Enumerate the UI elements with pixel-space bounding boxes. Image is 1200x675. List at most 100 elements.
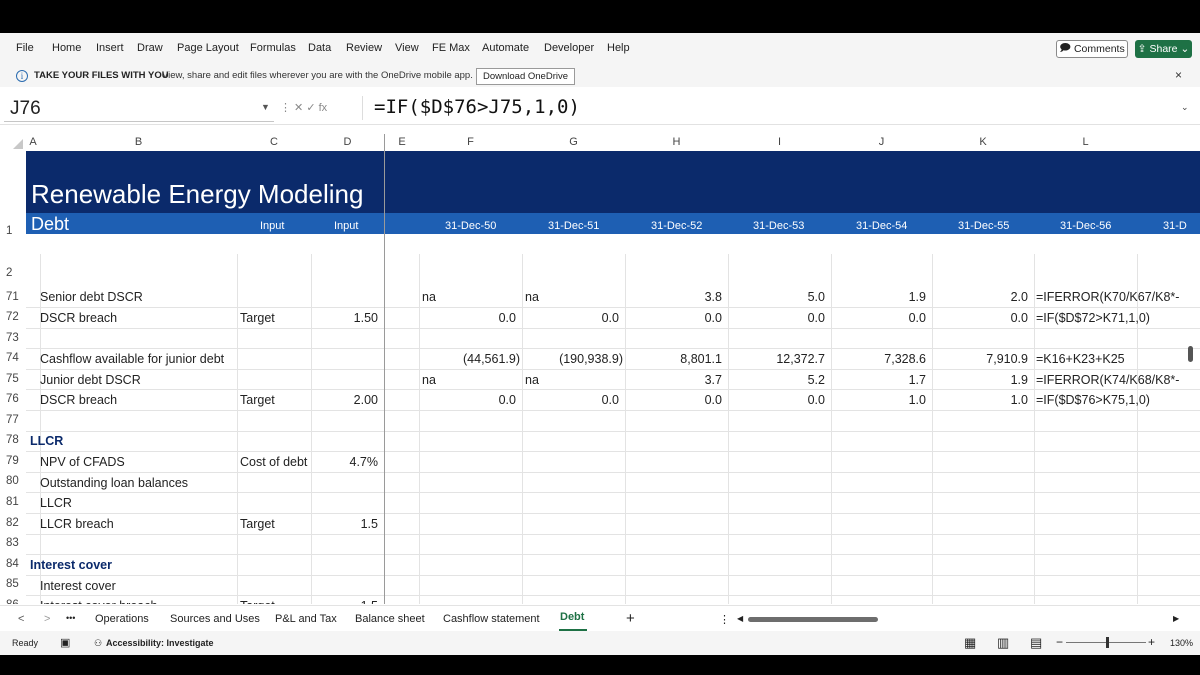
menu-page-layout[interactable]: Page Layout xyxy=(177,42,239,54)
row-number[interactable]: 73 xyxy=(0,332,24,344)
more-tabs-icon[interactable]: ••• xyxy=(66,613,75,623)
normal-view-icon[interactable]: ▦ xyxy=(964,635,976,651)
menu-draw[interactable]: Draw xyxy=(137,42,163,54)
cell-k72[interactable]: 0.0 xyxy=(932,308,1028,328)
accessibility-status[interactable]: Accessibility: Investigate xyxy=(106,638,214,648)
tab-operations[interactable]: Operations xyxy=(95,613,149,625)
row-number[interactable]: 86 xyxy=(0,599,24,604)
cell-b86[interactable]: Interest cover breach xyxy=(40,596,157,604)
row-number[interactable]: 72 xyxy=(0,311,24,323)
cell-l71[interactable]: =IFERROR(K70/K67/K8*- xyxy=(1036,287,1179,307)
cell-b80[interactable]: Outstanding loan balances xyxy=(40,473,188,493)
comments-button[interactable]: 🗩 Comments xyxy=(1056,40,1128,58)
cell-c82[interactable]: Target xyxy=(240,514,275,534)
row-number[interactable]: 82 xyxy=(0,517,24,529)
accessibility-icon[interactable]: ⚇ xyxy=(94,638,102,649)
cell-k71[interactable]: 2.0 xyxy=(932,287,1028,307)
menu-review[interactable]: Review xyxy=(346,42,382,54)
column-header-i[interactable]: I xyxy=(728,134,831,151)
cell-g72[interactable]: 0.0 xyxy=(522,308,619,328)
menu-developer[interactable]: Developer xyxy=(544,42,594,54)
row-number[interactable]: 84 xyxy=(0,558,24,570)
formula-bar-icons[interactable]: ⋮ ✕ ✓ fx xyxy=(280,101,327,114)
cell-j72[interactable]: 0.0 xyxy=(831,308,926,328)
cell-i72[interactable]: 0.0 xyxy=(728,308,825,328)
tab-cashflow-statement[interactable]: Cashflow statement xyxy=(443,613,540,625)
row-number[interactable]: 71 xyxy=(0,291,24,303)
page-layout-view-icon[interactable]: ▥ xyxy=(997,635,1009,651)
zoom-level[interactable]: 130% xyxy=(1170,638,1193,648)
column-header-a[interactable]: A xyxy=(26,134,40,151)
cell-i71[interactable]: 5.0 xyxy=(728,287,825,307)
cell-a78[interactable]: LLCR xyxy=(30,431,63,451)
row-number[interactable]: 1 xyxy=(0,225,24,237)
add-sheet-icon[interactable]: + xyxy=(626,610,635,627)
zoom-out-icon[interactable]: − xyxy=(1056,635,1063,649)
cell-j75[interactable]: 1.7 xyxy=(831,370,926,390)
row-number[interactable]: 85 xyxy=(0,578,24,590)
column-header-e[interactable]: E xyxy=(385,134,419,151)
column-header-l[interactable]: L xyxy=(1034,134,1137,151)
menu-formulas[interactable]: Formulas xyxy=(250,42,296,54)
column-header-b[interactable]: B xyxy=(40,134,237,151)
cell-d79[interactable]: 4.7% xyxy=(311,452,379,472)
spreadsheet-grid[interactable]: A B C D E F G H I J K L Renewable Energy… xyxy=(0,134,1200,604)
cell-k75[interactable]: 1.9 xyxy=(932,370,1028,390)
cell-j71[interactable]: 1.9 xyxy=(831,287,926,307)
column-header-g[interactable]: G xyxy=(522,134,625,151)
row-number[interactable]: 74 xyxy=(0,352,24,364)
cell-c79[interactable]: Cost of debt xyxy=(240,452,310,472)
page-break-view-icon[interactable]: ▤ xyxy=(1030,635,1042,651)
cell-b85[interactable]: Interest cover xyxy=(40,576,116,596)
cell-k74[interactable]: 7,910.9 xyxy=(932,349,1028,369)
column-header-h[interactable]: H xyxy=(625,134,728,151)
cell-g71[interactable]: na xyxy=(525,287,539,307)
cell-f74[interactable]: (44,561.9) xyxy=(419,349,520,369)
cell-b74[interactable]: Cashflow available for junior debt xyxy=(40,349,224,369)
row-number[interactable]: 83 xyxy=(0,537,24,549)
row-number[interactable]: 75 xyxy=(0,373,24,385)
cell-b72[interactable]: DSCR breach xyxy=(40,308,117,328)
cell-l76[interactable]: =IF($D$76>K75,1,0) xyxy=(1036,390,1150,410)
cell-a84[interactable]: Interest cover xyxy=(30,555,112,575)
cell-f72[interactable]: 0.0 xyxy=(419,308,516,328)
cell-j74[interactable]: 7,328.6 xyxy=(831,349,926,369)
cell-h71[interactable]: 3.8 xyxy=(625,287,722,307)
cell-d72[interactable]: 1.50 xyxy=(311,308,378,328)
cell-d76[interactable]: 2.00 xyxy=(311,390,378,410)
row-number[interactable]: 79 xyxy=(0,455,24,467)
menu-file[interactable]: File xyxy=(16,42,34,54)
cell-b81[interactable]: LLCR xyxy=(40,493,72,513)
cell-b79[interactable]: NPV of CFADS xyxy=(40,452,125,472)
share-button[interactable]: ⇪ Share ⌄ xyxy=(1135,40,1192,58)
select-all-corner[interactable] xyxy=(0,134,26,151)
tab-pl-and-tax[interactable]: P&L and Tax xyxy=(275,613,337,625)
cell-b76[interactable]: DSCR breach xyxy=(40,390,117,410)
tab-options-icon[interactable]: ⋮ xyxy=(719,613,730,626)
cell-h75[interactable]: 3.7 xyxy=(625,370,722,390)
cell-i76[interactable]: 0.0 xyxy=(728,390,825,410)
cell-b75[interactable]: Junior debt DSCR xyxy=(40,370,141,390)
cell-c86[interactable]: Target xyxy=(240,596,275,604)
column-header-c[interactable]: C xyxy=(237,134,311,151)
chevron-down-icon[interactable]: ▼ xyxy=(261,102,270,112)
row-number[interactable]: 76 xyxy=(0,393,24,405)
cell-i75[interactable]: 5.2 xyxy=(728,370,825,390)
cell-l74[interactable]: =K16+K23+K25 xyxy=(1036,349,1125,369)
cell-h76[interactable]: 0.0 xyxy=(625,390,722,410)
menu-insert[interactable]: Insert xyxy=(96,42,124,54)
cell-i74[interactable]: 12,372.7 xyxy=(728,349,825,369)
cell-g75[interactable]: na xyxy=(525,370,539,390)
cell-j76[interactable]: 1.0 xyxy=(831,390,926,410)
cell-k76[interactable]: 1.0 xyxy=(932,390,1028,410)
row-number[interactable]: 80 xyxy=(0,475,24,487)
cell-c76[interactable]: Target xyxy=(240,390,275,410)
scroll-left-icon[interactable]: ◀ xyxy=(737,614,743,623)
vertical-scrollbar[interactable] xyxy=(1188,346,1193,362)
menu-automate[interactable]: Automate xyxy=(482,42,529,54)
cell-b82[interactable]: LLCR breach xyxy=(40,514,114,534)
cell-f75[interactable]: na xyxy=(422,370,436,390)
menu-data[interactable]: Data xyxy=(308,42,331,54)
tab-balance-sheet[interactable]: Balance sheet xyxy=(355,613,425,625)
menu-view[interactable]: View xyxy=(395,42,419,54)
